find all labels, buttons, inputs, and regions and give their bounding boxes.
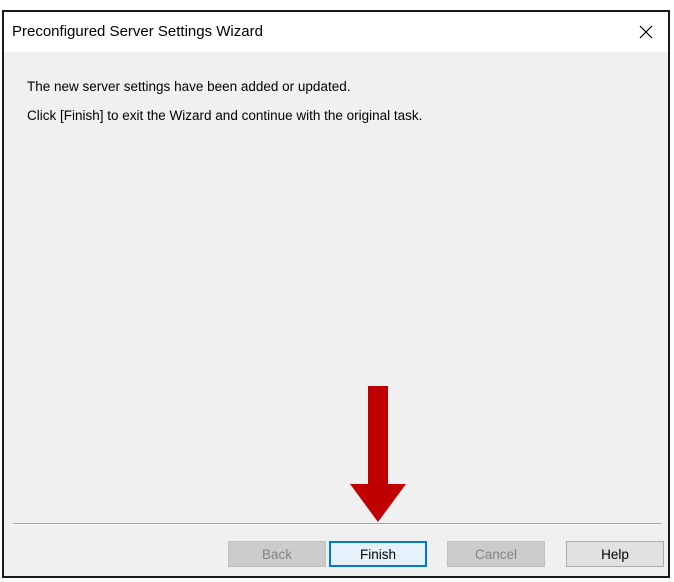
back-button[interactable]: Back xyxy=(228,541,326,567)
wizard-dialog: Preconfigured Server Settings Wizard The… xyxy=(2,10,670,578)
title-bar: Preconfigured Server Settings Wizard xyxy=(4,12,668,52)
cancel-button[interactable]: Cancel xyxy=(447,541,545,567)
help-button[interactable]: Help xyxy=(566,541,664,567)
message-line-1: The new server settings have been added … xyxy=(27,79,351,94)
message-line-2: Click [Finish] to exit the Wizard and co… xyxy=(27,108,423,123)
close-button[interactable] xyxy=(624,12,668,52)
arrow-down-icon xyxy=(350,386,406,522)
button-separator xyxy=(13,523,661,525)
wizard-content: The new server settings have been added … xyxy=(4,52,668,522)
window-title: Preconfigured Server Settings Wizard xyxy=(12,23,263,40)
finish-button[interactable]: Finish xyxy=(329,541,427,567)
close-icon xyxy=(639,25,653,39)
